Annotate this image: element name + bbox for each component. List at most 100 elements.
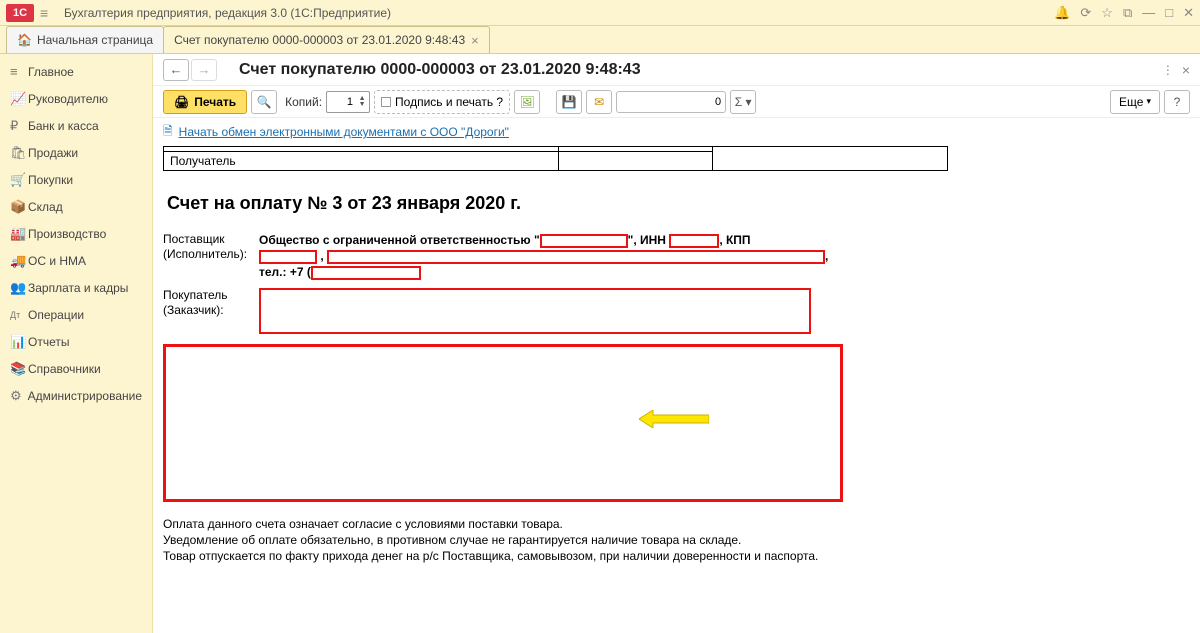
buyer-row: Покупатель(Заказчик): (163, 288, 1176, 334)
terms-line: Уведомление об оплате обязательно, в про… (163, 532, 843, 548)
sidebar-label: Склад (28, 200, 63, 214)
box-icon: 📦 (10, 199, 28, 215)
list-icon: ≡ (10, 64, 28, 79)
sidebar-label: Главное (28, 65, 74, 79)
close-window-button[interactable]: ✕ (1183, 5, 1194, 21)
spinner-arrows[interactable]: ▲▼ (355, 96, 369, 108)
maximize-button[interactable]: □ (1165, 5, 1173, 21)
logo-1c: 1C (6, 4, 34, 22)
bars-icon: 📊 (10, 334, 28, 350)
window-titlebar: 1C ≡ Бухгалтерия предприятия, редакция 3… (0, 0, 1200, 26)
bell-icon[interactable]: 🔔 (1054, 5, 1070, 21)
save-button[interactable]: 💾 (556, 90, 582, 114)
sidebar-item-payroll[interactable]: 👥Зарплата и кадры (0, 274, 152, 301)
preview-button[interactable]: 🔍 (251, 90, 277, 114)
history-icon[interactable]: ⟳ (1080, 5, 1091, 21)
sidebar-item-sales[interactable]: 🛍Продажи (0, 139, 152, 166)
redacted-box (669, 234, 719, 248)
copies-spinner[interactable]: ▲▼ (326, 91, 370, 113)
more-label: Еще (1119, 95, 1143, 109)
sidebar-label: Продажи (28, 146, 78, 160)
sidebar-item-admin[interactable]: ⚙Администрирование (0, 382, 152, 409)
email-button[interactable]: ✉ (586, 90, 612, 114)
sum-button[interactable]: Σ ▾ (730, 90, 756, 114)
tab-bar: 🏠 Начальная страница Счет покупателю 000… (0, 26, 1200, 54)
redacted-box (311, 266, 421, 280)
minimize-button[interactable]: — (1142, 5, 1155, 21)
sidebar: ≡Главное 📈Руководителю ₽Банк и касса 🛍Пр… (0, 54, 153, 633)
link-icon[interactable]: ⧉ (1123, 5, 1132, 21)
sidebar-label: Администрирование (28, 389, 142, 403)
tab-document-label: Счет покупателю 0000-000003 от 23.01.202… (174, 33, 465, 47)
terms-line: Оплата данного счета означает согласие с… (163, 516, 843, 532)
sidebar-item-purchases[interactable]: 🛒Покупки (0, 166, 152, 193)
close-doc-button[interactable]: × (1182, 62, 1190, 78)
chevron-down-icon: ▾ (1146, 96, 1151, 107)
terms-line: Товар отпускается по факту прихода денег… (163, 548, 843, 564)
sidebar-item-directories[interactable]: 📚Справочники (0, 355, 152, 382)
redacted-box (540, 234, 628, 248)
truck-icon: 🚚 (10, 253, 28, 269)
copies-label: Копий: (285, 95, 322, 109)
sign-stamp-button[interactable]: Подпись и печать ? (374, 90, 510, 114)
print-button[interactable]: 🖨 Печать (163, 90, 247, 114)
printer-icon: 🖨 (174, 95, 189, 109)
gear-icon: ⚙ (10, 388, 28, 404)
menu-icon[interactable]: ≡ (40, 6, 56, 20)
content-area: ← → Счет покупателю 0000-000003 от 23.01… (153, 54, 1200, 633)
cart-icon: 🛒 (10, 172, 28, 188)
sidebar-label: Справочники (28, 362, 101, 376)
sidebar-item-bank[interactable]: ₽Банк и касса (0, 112, 152, 139)
people-icon: 👥 (10, 280, 28, 296)
count-input[interactable] (616, 91, 726, 113)
document-icon: 🗎 (163, 122, 173, 143)
nav-back-button[interactable]: ← (163, 59, 189, 81)
factory-icon: 🏭 (10, 226, 28, 242)
sidebar-item-production[interactable]: 🏭Производство (0, 220, 152, 247)
recipient-cell: Получатель (164, 152, 559, 171)
facsimile-button[interactable]: 🖼 (514, 90, 540, 114)
arrow-yellow-icon (639, 410, 709, 428)
supplier-row: Поставщик(Исполнитель): Общество с огран… (163, 232, 1176, 280)
window-controls: 🔔 ⟳ ☆ ⧉ — □ ✕ (1054, 5, 1194, 21)
sidebar-item-operations[interactable]: ДтОперации (0, 301, 152, 328)
sidebar-item-assets[interactable]: 🚚ОС и НМА (0, 247, 152, 274)
terms-block: Оплата данного счета означает согласие с… (163, 516, 843, 564)
sidebar-label: Операции (28, 308, 84, 322)
redacted-buyer-box (259, 288, 811, 334)
dt-icon: Дт (10, 310, 28, 320)
tab-home[interactable]: 🏠 Начальная страница (6, 26, 164, 53)
sidebar-item-reports[interactable]: 📊Отчеты (0, 328, 152, 355)
print-label: Печать (194, 95, 236, 109)
sidebar-label: Зарплата и кадры (28, 281, 128, 295)
ruble-icon: ₽ (10, 118, 28, 134)
help-button[interactable]: ? (1164, 90, 1190, 114)
sidebar-label: Производство (28, 227, 106, 241)
bag-icon: 🛍 (10, 145, 28, 161)
sidebar-label: Руководителю (28, 92, 108, 106)
edo-link[interactable]: Начать обмен электронными документами с … (179, 125, 509, 139)
doc-titlebar: ← → Счет покупателю 0000-000003 от 23.01… (153, 54, 1200, 86)
redacted-box (259, 250, 317, 264)
tab-document[interactable]: Счет покупателю 0000-000003 от 23.01.202… (163, 26, 490, 53)
more-dots-icon[interactable]: ⋮ (1162, 63, 1174, 77)
sidebar-label: ОС и НМА (28, 254, 86, 268)
redacted-box (327, 250, 825, 264)
document-title: Счет покупателю 0000-000003 от 23.01.202… (239, 61, 1154, 79)
tab-close-icon[interactable]: × (471, 33, 479, 48)
invoice-title: Счет на оплату № 3 от 23 января 2020 г. (167, 193, 1176, 214)
home-icon: 🏠 (17, 33, 32, 47)
sidebar-item-manager[interactable]: 📈Руководителю (0, 85, 152, 112)
checkbox-icon (381, 97, 391, 107)
nav-forward-button[interactable]: → (191, 59, 217, 81)
copies-input[interactable] (327, 96, 355, 108)
star-icon[interactable]: ☆ (1101, 5, 1113, 21)
sidebar-item-main[interactable]: ≡Главное (0, 58, 152, 85)
sign-label: Подпись и печать ? (395, 95, 503, 109)
sidebar-label: Отчеты (28, 335, 69, 349)
sidebar-label: Покупки (28, 173, 73, 187)
head-table: Получатель (163, 146, 948, 171)
sidebar-item-warehouse[interactable]: 📦Склад (0, 193, 152, 220)
tab-home-label: Начальная страница (37, 33, 153, 47)
more-button[interactable]: Еще▾ (1110, 90, 1160, 114)
